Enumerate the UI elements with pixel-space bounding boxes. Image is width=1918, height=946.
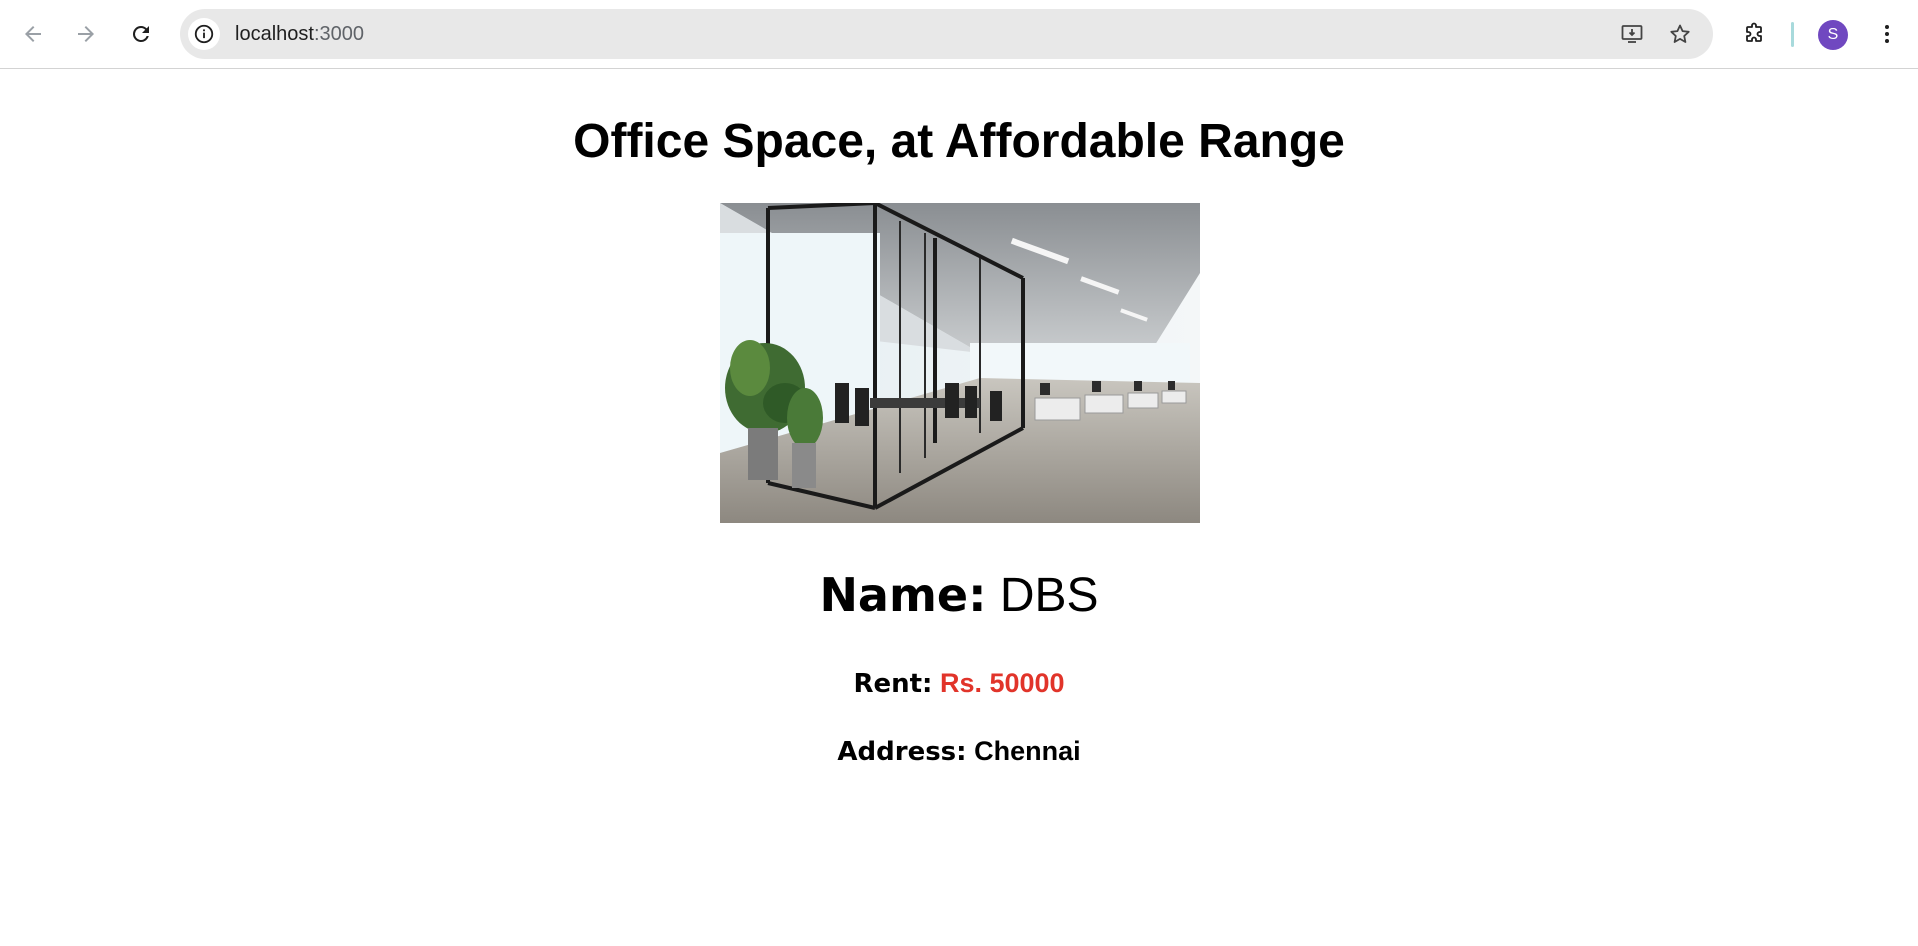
browser-toolbar: localhost:3000 S bbox=[0, 0, 1918, 69]
office-name: Name: DBS bbox=[0, 566, 1918, 625]
arrow-left-icon bbox=[25, 26, 41, 42]
rent-label: Rent: bbox=[853, 669, 933, 699]
address-bar[interactable]: localhost:3000 bbox=[180, 9, 1713, 59]
address-label: Address: bbox=[837, 737, 967, 767]
toolbar-divider bbox=[1791, 22, 1794, 47]
page-title: Office Space, at Affordable Range bbox=[573, 115, 1345, 168]
reload-icon bbox=[132, 25, 149, 42]
back-button[interactable] bbox=[13, 14, 53, 54]
forward-button[interactable] bbox=[66, 14, 106, 54]
info-icon bbox=[194, 24, 214, 44]
name-value: DBS bbox=[999, 569, 1099, 622]
address-value: Chennai bbox=[974, 736, 1081, 766]
office-address: Address: Chennai bbox=[0, 734, 1918, 769]
star-icon bbox=[1670, 24, 1690, 43]
puzzle-icon bbox=[1746, 22, 1762, 42]
extensions-button[interactable] bbox=[1734, 14, 1774, 54]
site-info-button[interactable] bbox=[188, 18, 220, 50]
reload-button[interactable] bbox=[121, 14, 161, 54]
office-photo bbox=[720, 203, 1200, 523]
rent-value: Rs. 50000 bbox=[939, 668, 1065, 698]
page-content: Office Space, at Affordable Range Name: … bbox=[0, 70, 1918, 946]
name-label: Name: bbox=[819, 568, 987, 622]
url-port: :3000 bbox=[313, 23, 364, 45]
url-host: localhost bbox=[235, 23, 314, 45]
install-app-icon bbox=[1621, 25, 1643, 43]
browser-menu-button[interactable] bbox=[1867, 14, 1907, 54]
install-app-button[interactable] bbox=[1616, 18, 1648, 50]
profile-avatar[interactable]: S bbox=[1818, 20, 1848, 50]
arrow-right-icon bbox=[78, 26, 94, 42]
bookmark-button[interactable] bbox=[1664, 18, 1696, 50]
url-text[interactable]: localhost:3000 bbox=[235, 22, 364, 46]
kebab-menu-icon bbox=[1885, 25, 1889, 43]
office-rent: Rent: Rs. 50000 bbox=[0, 666, 1918, 701]
